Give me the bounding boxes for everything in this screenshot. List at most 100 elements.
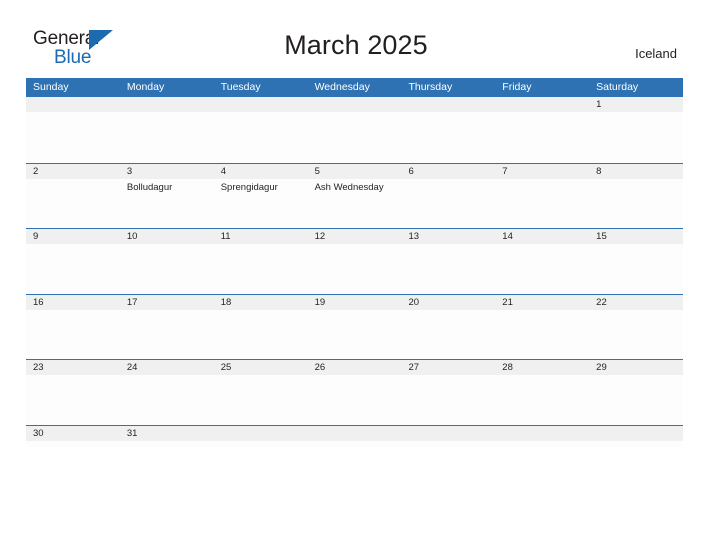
page-title: March 2025	[284, 30, 428, 60]
calendar-week-row: 30 31	[26, 424, 684, 447]
calendar-week-row: 1	[26, 97, 684, 163]
day-number: 4	[213, 163, 308, 179]
day-number	[401, 425, 496, 441]
calendar-week-row: 9 10 11 12 13 14 15	[26, 228, 684, 294]
calendar-day-cell-empty[interactable]	[213, 97, 308, 163]
calendar-day-cell-16[interactable]: 16	[26, 294, 120, 359]
calendar-day-cell-4[interactable]: 4 Sprengidagur	[213, 163, 308, 228]
calendar-day-cell-13[interactable]: 13	[401, 229, 496, 294]
calendar-day-cell-empty[interactable]	[401, 425, 496, 447]
day-number: 28	[495, 360, 590, 375]
calendar-day-cell-11[interactable]: 11	[213, 229, 308, 294]
calendar-day-cell-21[interactable]: 21	[495, 294, 590, 359]
calendar-day-cell-empty[interactable]	[307, 97, 402, 163]
day-number: 15	[589, 229, 684, 244]
calendar-day-cell-30[interactable]: 30	[26, 425, 120, 447]
day-number: 6	[401, 163, 496, 179]
weekday-header-monday: Monday	[126, 81, 165, 93]
day-number: 20	[401, 294, 496, 310]
day-number: 21	[495, 294, 590, 310]
calendar-week-row: 23 24 25 26 27 28 29	[26, 359, 684, 425]
calendar-day-cell-12[interactable]: 12	[307, 229, 402, 294]
calendar-day-cell-23[interactable]: 23	[26, 360, 120, 425]
holiday-label: Sprengidagur	[220, 181, 278, 193]
day-number: 2	[26, 163, 120, 179]
calendar-day-cell-empty[interactable]	[589, 425, 684, 447]
weekday-header-saturday: Saturday	[596, 81, 639, 93]
calendar-day-cell-6[interactable]: 6	[401, 163, 496, 228]
day-number: 7	[495, 163, 590, 179]
day-number: 8	[589, 163, 684, 179]
calendar-day-cell-18[interactable]: 18	[213, 294, 308, 359]
calendar-day-cell-2[interactable]: 2	[26, 163, 120, 228]
calendar-day-cell-22[interactable]: 22	[589, 294, 684, 359]
calendar-day-cell-25[interactable]: 25	[213, 360, 308, 425]
calendar-day-cell-14[interactable]: 14	[495, 229, 590, 294]
day-number: 19	[307, 294, 402, 310]
calendar-day-cell-empty[interactable]	[495, 425, 590, 447]
day-number: 25	[213, 360, 308, 375]
calendar-day-cell-9[interactable]: 9	[26, 229, 120, 294]
day-number: 13	[401, 229, 496, 244]
weekday-header-tuesday: Tuesday	[220, 81, 261, 93]
page-header: General Blue March 2025 Iceland	[0, 0, 712, 76]
day-number: 16	[26, 294, 120, 310]
day-number: 29	[589, 360, 684, 375]
day-number: 1	[589, 97, 684, 112]
calendar-day-cell-24[interactable]: 24	[119, 360, 214, 425]
calendar-week-row: 2 3 Bolludagur 4 Sprengidagur 5 Ash Wednesday 6…	[26, 162, 684, 228]
calendar-day-cell-8[interactable]: 8	[589, 163, 684, 228]
calendar-day-cell-3[interactable]: 3 Bolludagur	[119, 163, 214, 228]
calendar-day-cell-empty[interactable]	[495, 97, 590, 163]
day-number	[307, 425, 402, 441]
calendar-day-cell-28[interactable]: 28	[495, 360, 590, 425]
day-number: 23	[26, 360, 120, 375]
calendar-day-cell-empty[interactable]	[119, 97, 214, 163]
day-number	[119, 97, 214, 112]
calendar-week-row: 16 17 18 19 20 21 22	[26, 293, 684, 359]
calendar-day-cell-1[interactable]: 1	[589, 97, 684, 163]
day-number	[589, 425, 684, 441]
day-number	[495, 97, 590, 112]
region-label: Iceland	[635, 46, 677, 61]
day-number: 30	[26, 425, 120, 441]
calendar-day-cell-19[interactable]: 19	[307, 294, 402, 359]
day-number: 31	[119, 425, 214, 441]
day-events: Ash Wednesday	[308, 179, 402, 194]
calendar-day-cell-10[interactable]: 10	[119, 229, 214, 294]
calendar-day-cell-empty[interactable]	[401, 97, 496, 163]
calendar-day-cell-27[interactable]: 27	[401, 360, 496, 425]
day-events: Sprengidagur	[214, 179, 308, 194]
calendar-page: General Blue March 2025 Iceland Sunday Mo…	[0, 0, 712, 550]
calendar-day-cell-15[interactable]: 15	[589, 229, 684, 294]
holiday-label: Bolludagur	[126, 181, 173, 193]
weekday-header-thursday: Thursday	[408, 81, 453, 93]
calendar-day-cell-31[interactable]: 31	[119, 425, 214, 447]
day-number: 10	[119, 229, 214, 244]
calendar-day-cell-17[interactable]: 17	[119, 294, 214, 359]
calendar-day-cell-29[interactable]: 29	[589, 360, 684, 425]
calendar-day-cell-20[interactable]: 20	[401, 294, 496, 359]
calendar-table: Sunday Monday Tuesday Wednesday Thursday Frid…	[26, 78, 684, 447]
day-number: 11	[213, 229, 308, 244]
calendar-day-cell-26[interactable]: 26	[307, 360, 402, 425]
calendar-body: 1 2 3 Bolludagur 4 Sprengidagur 5 Ash Wednesday…	[26, 97, 684, 447]
day-number: 12	[307, 229, 402, 244]
day-number	[213, 425, 308, 441]
calendar-day-cell-empty[interactable]	[26, 97, 120, 163]
calendar-day-cell-empty[interactable]	[213, 425, 308, 447]
calendar-day-cell-7[interactable]: 7	[495, 163, 590, 228]
weekday-header-friday: Friday	[502, 81, 532, 93]
calendar-day-cell-empty[interactable]	[307, 425, 402, 447]
day-events: Bolludagur	[120, 179, 214, 194]
day-number	[26, 97, 120, 112]
day-number	[401, 97, 496, 112]
day-number: 18	[213, 294, 308, 310]
day-number: 24	[119, 360, 214, 375]
holiday-label: Ash Wednesday	[314, 181, 384, 193]
weekday-header-sunday: Sunday	[33, 81, 69, 93]
weekday-header-row: Sunday Monday Tuesday Wednesday Thursday Frid…	[26, 78, 683, 97]
calendar-day-cell-5[interactable]: 5 Ash Wednesday	[307, 163, 402, 228]
day-number	[213, 97, 308, 112]
day-number: 17	[119, 294, 214, 310]
